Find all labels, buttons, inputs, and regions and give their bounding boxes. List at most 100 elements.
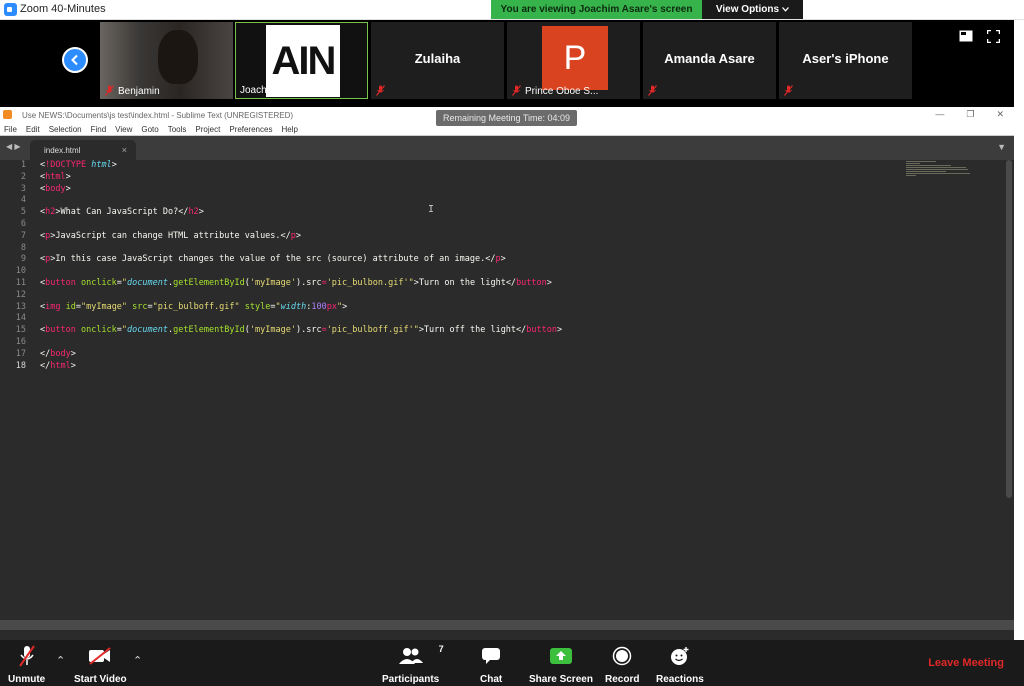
window-controls: — ❐ ✕ bbox=[935, 109, 1004, 120]
participants-label: Participants bbox=[382, 674, 440, 685]
unmute-button[interactable]: Unmute bbox=[8, 644, 45, 685]
line-number: 8 bbox=[20, 242, 26, 253]
record-button[interactable]: Record bbox=[605, 644, 639, 685]
sublime-window: Use NEWS:\Documents\js test\index.html -… bbox=[0, 107, 1014, 640]
code-line: </html> bbox=[40, 360, 76, 371]
minimize-icon[interactable]: — bbox=[935, 109, 944, 120]
vertical-scrollbar[interactable] bbox=[1006, 160, 1012, 498]
menu-preferences[interactable]: Preferences bbox=[229, 125, 272, 134]
muted-mic-icon bbox=[18, 645, 35, 667]
participant-name: Zulaiha bbox=[414, 51, 461, 66]
menu-project[interactable]: Project bbox=[195, 125, 220, 134]
code-line: </body> bbox=[40, 348, 76, 359]
menu-find[interactable]: Find bbox=[91, 125, 107, 134]
menu-help[interactable]: Help bbox=[281, 125, 297, 134]
start-video-label: Start Video bbox=[74, 674, 127, 685]
tab-nav-arrows-icon[interactable]: ◀ ▶ bbox=[6, 142, 21, 151]
line-number: 11 bbox=[15, 277, 26, 288]
line-number-gutter: 1 2 3 4 5 6 7 8 9 10 11 12 13 14 15 16 1… bbox=[0, 160, 26, 372]
menu-tools[interactable]: Tools bbox=[168, 125, 187, 134]
menu-view[interactable]: View bbox=[115, 125, 132, 134]
tab-close-icon[interactable]: × bbox=[122, 145, 127, 155]
line-number: 15 bbox=[15, 325, 26, 336]
participant-name: Amanda Asare bbox=[664, 51, 755, 66]
share-screen-icon bbox=[549, 648, 572, 664]
participant-tile-joachim[interactable]: AIN Joachim Asare bbox=[235, 22, 368, 99]
view-options-button[interactable]: View Options bbox=[702, 0, 803, 19]
line-number: 5 bbox=[20, 207, 26, 218]
tab-label: index.html bbox=[44, 146, 81, 155]
line-number: 18 bbox=[15, 360, 26, 371]
code-line: <button onclick="document.getElementById… bbox=[40, 277, 552, 288]
participant-tile-aser-iphone[interactable]: Aser's iPhone bbox=[779, 22, 912, 99]
previous-page-button[interactable] bbox=[62, 47, 88, 73]
record-label: Record bbox=[605, 674, 640, 685]
tab-index-html[interactable]: index.html × bbox=[30, 140, 136, 160]
muted-mic-icon bbox=[784, 85, 793, 96]
minimap[interactable] bbox=[906, 160, 976, 182]
video-off-icon bbox=[89, 647, 111, 665]
view-controls bbox=[959, 30, 1000, 43]
line-number: 1 bbox=[20, 160, 26, 170]
share-screen-label: Share Screen bbox=[529, 674, 593, 685]
restore-icon[interactable]: ❐ bbox=[966, 109, 974, 120]
audio-options-chevron-icon[interactable]: ⌃ bbox=[56, 654, 65, 667]
participants-icon bbox=[398, 648, 423, 664]
participant-tile-amanda[interactable]: Amanda Asare bbox=[643, 22, 776, 99]
participant-tile-benjamin[interactable]: Benjamin bbox=[100, 22, 233, 99]
viewing-message: You are viewing Joachim Asare's screen bbox=[491, 0, 702, 19]
reactions-button[interactable]: Reactions bbox=[656, 644, 704, 685]
muted-mic-icon bbox=[105, 85, 114, 96]
participant-tile-zulaiha[interactable]: Zulaiha bbox=[371, 22, 504, 99]
line-number: 12 bbox=[15, 289, 26, 300]
menu-selection[interactable]: Selection bbox=[49, 125, 82, 134]
code-line: <body> bbox=[40, 183, 71, 194]
muted-mic-icon bbox=[512, 85, 521, 96]
line-number: 16 bbox=[15, 336, 26, 347]
participant-strip: Benjamin AIN Joachim Asare Zulaiha P Pri… bbox=[0, 20, 1014, 107]
viewing-banner: You are viewing Joachim Asare's screen V… bbox=[491, 0, 803, 19]
chat-button[interactable]: Chat bbox=[480, 644, 502, 685]
line-number: 3 bbox=[20, 183, 26, 194]
status-bar bbox=[0, 620, 1014, 630]
share-screen-button[interactable]: Share Screen bbox=[529, 644, 593, 685]
menu-goto[interactable]: Goto bbox=[141, 125, 158, 134]
participant-name: Benjamin bbox=[118, 86, 160, 97]
reactions-smiley-icon bbox=[670, 647, 689, 665]
reactions-label: Reactions bbox=[656, 674, 704, 685]
line-number: 6 bbox=[20, 218, 26, 229]
participants-button[interactable]: 7 Participants bbox=[382, 644, 444, 685]
participant-name: Aser's iPhone bbox=[802, 51, 889, 66]
chat-label: Chat bbox=[480, 674, 503, 685]
remaining-time-badge: Remaining Meeting Time: 04:09 bbox=[436, 110, 577, 126]
chat-icon bbox=[482, 648, 501, 664]
menu-file[interactable]: File bbox=[4, 125, 17, 134]
participant-tile-prince[interactable]: P Prince Oboe S... bbox=[507, 22, 640, 99]
text-cursor-icon: I bbox=[428, 204, 435, 215]
fullscreen-icon[interactable] bbox=[987, 30, 1000, 43]
leave-meeting-button[interactable]: Leave Meeting bbox=[928, 657, 1004, 669]
meeting-toolbar: Unmute ⌃ Start Video ⌃ 7 Participants Ch… bbox=[0, 640, 1024, 686]
code-line: <!DOCTYPE html> bbox=[40, 160, 117, 170]
code-editor[interactable]: 1 2 3 4 5 6 7 8 9 10 11 12 13 14 15 16 1… bbox=[0, 160, 1014, 630]
video-options-chevron-icon[interactable]: ⌃ bbox=[133, 654, 142, 667]
zoom-logo-icon bbox=[4, 3, 17, 16]
start-video-button[interactable]: Start Video bbox=[74, 644, 127, 685]
participant-name: Prince Oboe S... bbox=[525, 86, 599, 97]
participant-avatar: P bbox=[542, 26, 608, 90]
participant-video-feed bbox=[158, 30, 198, 84]
line-number: 14 bbox=[15, 313, 26, 324]
close-icon[interactable]: ✕ bbox=[996, 109, 1004, 120]
menu-edit[interactable]: Edit bbox=[26, 125, 40, 134]
tab-dropdown-icon[interactable]: ▼ bbox=[997, 142, 1006, 152]
line-number: 4 bbox=[20, 195, 26, 206]
code-line: <p>JavaScript can change HTML attribute … bbox=[40, 230, 302, 241]
layout-switch-icon[interactable] bbox=[959, 30, 973, 42]
line-number: 9 bbox=[20, 254, 26, 265]
